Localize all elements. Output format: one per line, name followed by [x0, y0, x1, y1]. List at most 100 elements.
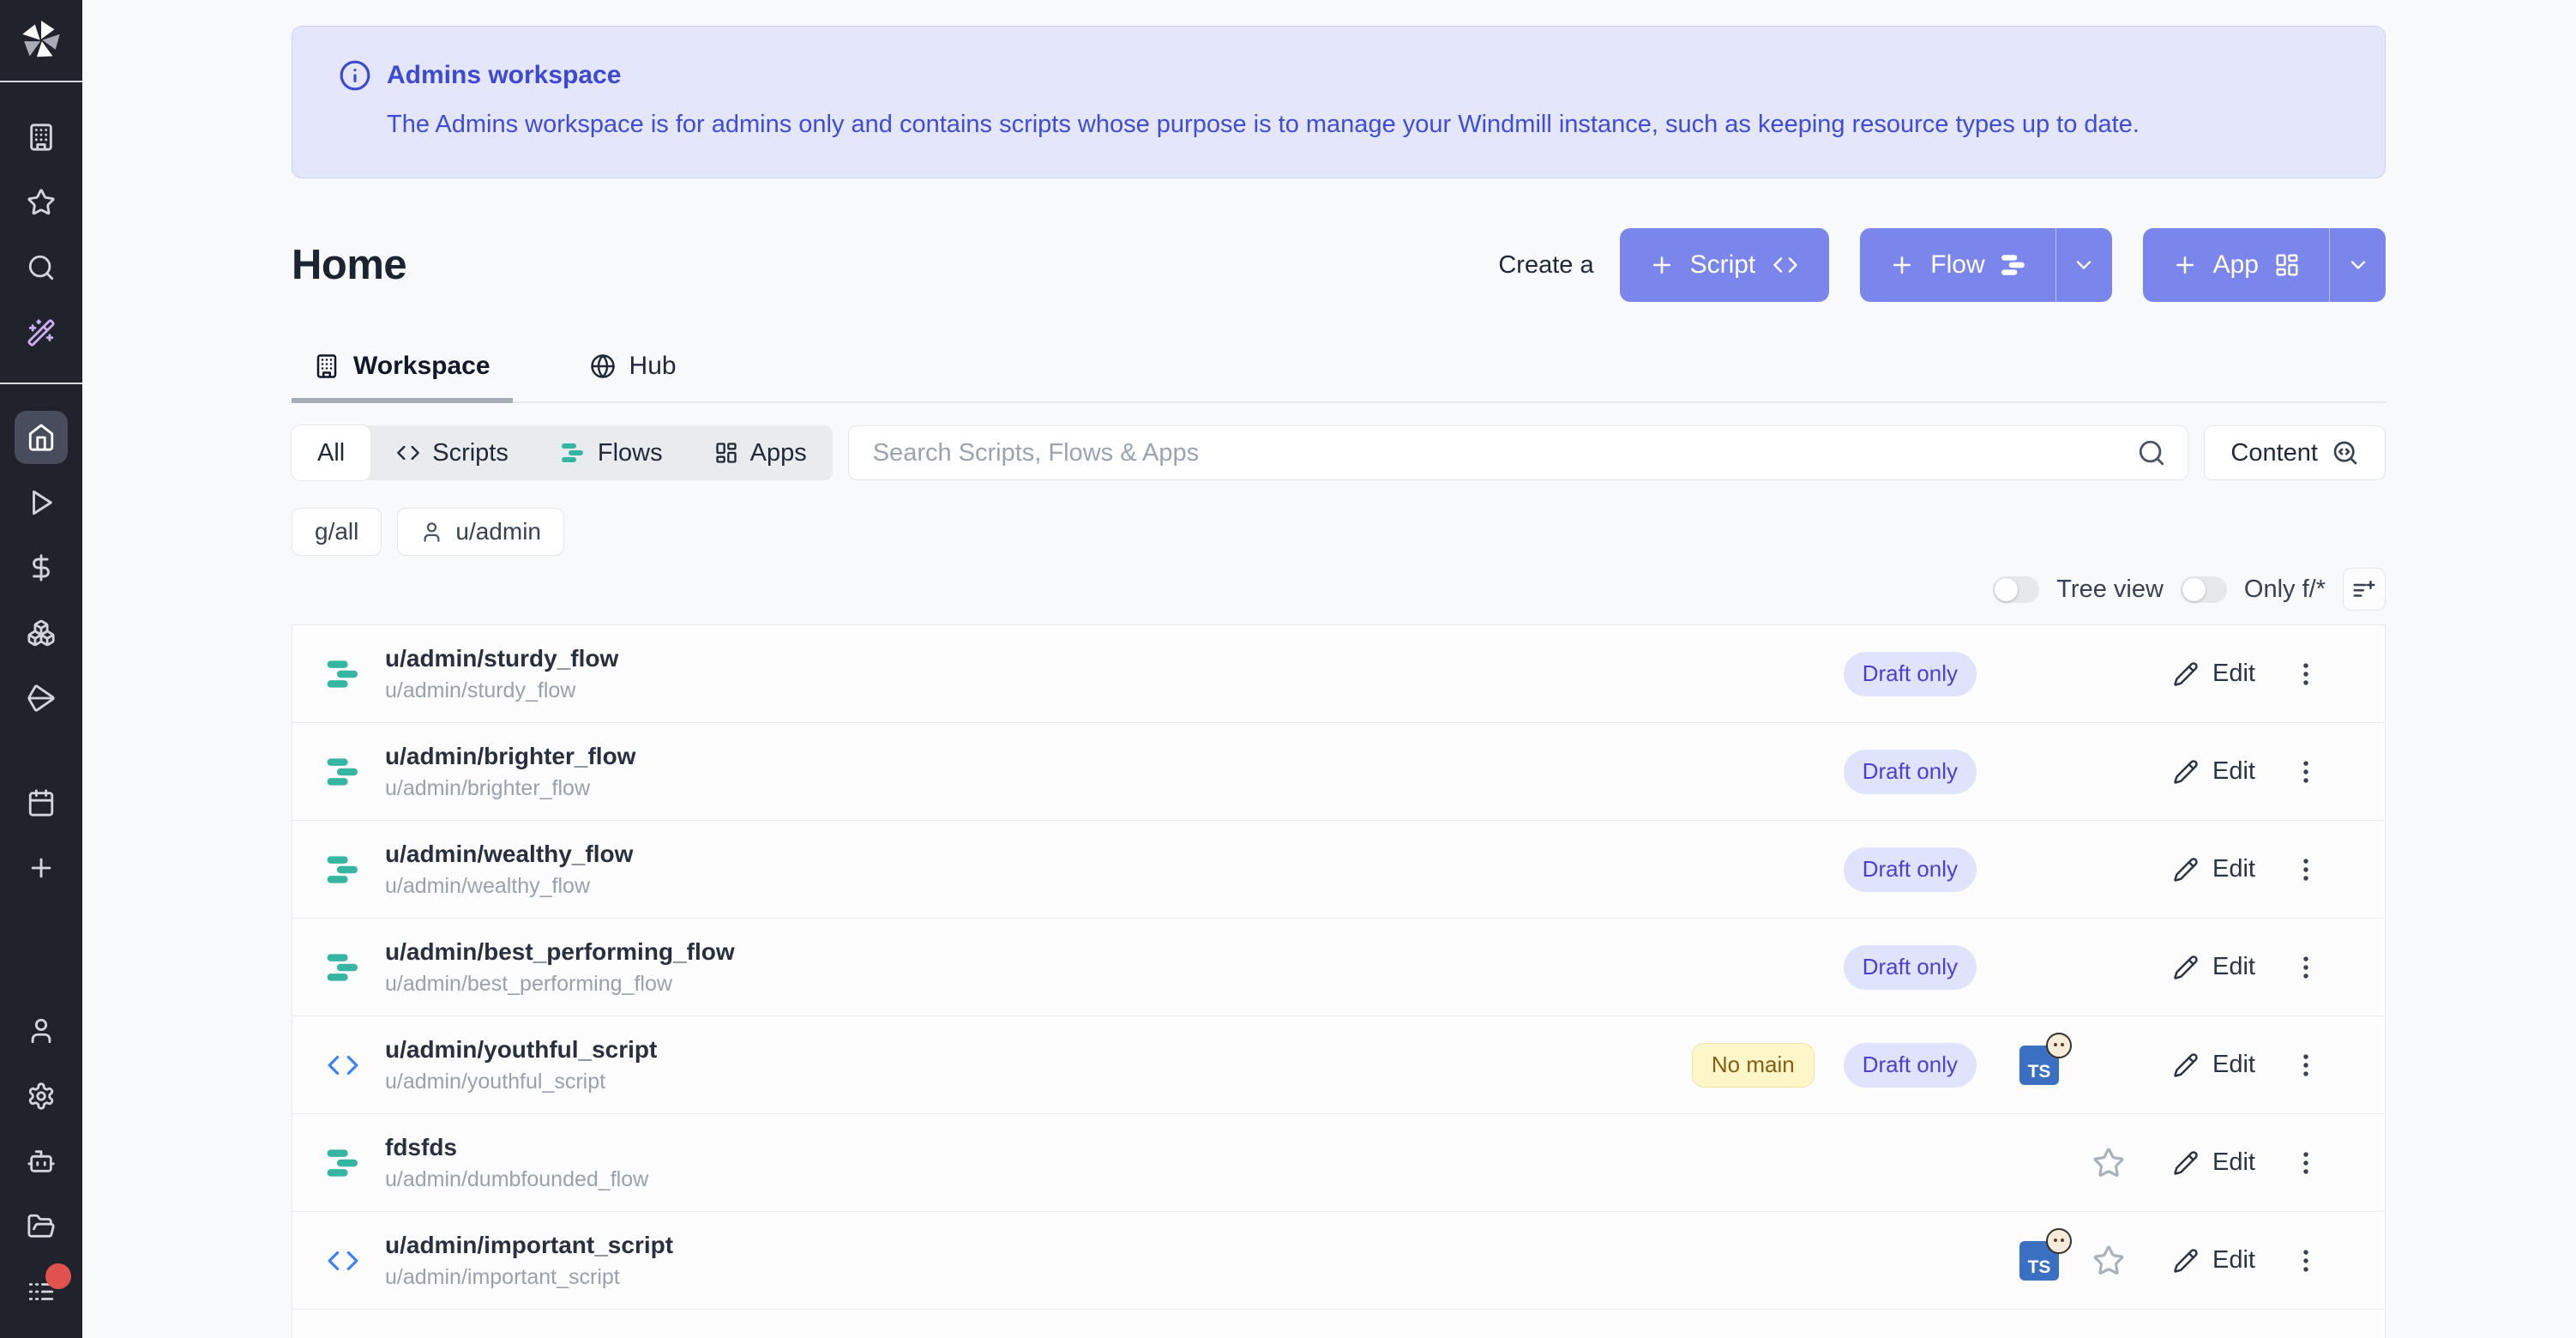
view-options: Tree view Only f/* — [292, 564, 2386, 614]
pencil-icon — [2173, 1052, 2199, 1078]
row-menu-button[interactable] — [2278, 1246, 2333, 1275]
sidebar-item-user[interactable] — [0, 998, 82, 1064]
windmill-logo[interactable] — [0, 0, 82, 82]
segment-all[interactable]: All — [292, 425, 370, 480]
star-icon — [27, 188, 56, 217]
chip-g-all[interactable]: g/all — [292, 508, 382, 556]
search-icon[interactable] — [2137, 438, 2166, 467]
folder-icon — [27, 1212, 56, 1241]
plus-icon — [1649, 252, 1675, 278]
table-row[interactable]: u/admin/generous_flow Edit — [292, 1310, 2385, 1338]
create-flow-dropdown[interactable] — [2055, 228, 2112, 302]
sidebar-item-runs[interactable] — [0, 470, 82, 535]
admin-banner: Admins workspace The Admins workspace is… — [292, 26, 2386, 178]
filter-plus-icon — [2351, 576, 2377, 602]
code-icon — [1771, 252, 1800, 278]
sidebar-item-resources[interactable] — [0, 600, 82, 666]
create-flow-button[interactable]: Flow — [1860, 228, 2055, 302]
edit-button[interactable]: Edit — [2150, 855, 2278, 883]
sidebar-item-ai[interactable] — [0, 300, 82, 365]
table-row[interactable]: u/admin/brighter_flow u/admin/brighter_f… — [292, 723, 2385, 821]
sidebar-item-favorites[interactable] — [0, 170, 82, 235]
sidebar — [0, 0, 82, 1338]
edit-button[interactable]: Edit — [2150, 660, 2278, 688]
create-script-button[interactable]: Script — [1620, 228, 1830, 302]
item-title: u/admin/sturdy_flow — [385, 645, 618, 672]
row-menu-button[interactable] — [2278, 757, 2333, 787]
favorite-star-icon[interactable] — [2092, 1147, 2125, 1179]
sidebar-item-add[interactable] — [0, 835, 82, 901]
badge-group: Draft only — [1844, 847, 1977, 892]
draft-only-badge: Draft only — [1844, 847, 1977, 892]
pencil-icon — [2173, 661, 2199, 687]
content-search-button[interactable]: Content — [2204, 425, 2386, 480]
sidebar-item-home[interactable] — [0, 405, 82, 470]
sidebar-item-logs[interactable] — [0, 1259, 82, 1324]
plus-icon — [1889, 252, 1915, 278]
create-app-dropdown[interactable] — [2329, 228, 2386, 302]
kebab-menu-icon — [2291, 855, 2320, 884]
create-app-button[interactable]: App — [2143, 228, 2329, 302]
sidebar-top-group — [0, 82, 82, 384]
tree-view-toggle[interactable] — [1993, 576, 2039, 603]
search-icon — [27, 253, 56, 282]
tab-workspace[interactable]: Workspace — [292, 347, 513, 401]
edit-button[interactable]: Edit — [2150, 1246, 2278, 1275]
edit-button[interactable]: Edit — [2150, 1051, 2278, 1079]
sidebar-item-search[interactable] — [0, 235, 82, 300]
page-title: Home — [292, 241, 406, 289]
row-menu-button[interactable] — [2278, 953, 2333, 982]
sidebar-item-schedules[interactable] — [0, 770, 82, 835]
table-row[interactable]: u/admin/important_script u/admin/importa… — [292, 1212, 2385, 1310]
segment-flows[interactable]: Flows — [534, 425, 689, 480]
edit-button[interactable]: Edit — [2150, 953, 2278, 981]
row-menu-button[interactable] — [2278, 1051, 2333, 1080]
banner-title: Admins workspace — [387, 61, 621, 90]
flow-icon-slot — [323, 757, 363, 787]
main-content: Admins workspace The Admins workspace is… — [82, 26, 2576, 1338]
flow-icon-slot — [323, 660, 363, 689]
table-row[interactable]: u/admin/best_performing_flow u/admin/bes… — [292, 919, 2385, 1016]
segment-scripts[interactable]: Scripts — [370, 425, 534, 480]
tab-hub[interactable]: Hub — [568, 347, 699, 401]
flow-icon — [326, 1148, 360, 1178]
flow-icon — [326, 953, 360, 982]
segment-apps[interactable]: Apps — [689, 425, 833, 480]
row-actions: Draft only Edit — [1844, 652, 2333, 696]
row-main: u/admin/brighter_flow u/admin/brighter_f… — [292, 743, 1844, 801]
language-slot: TS — [2011, 1046, 2067, 1085]
sidebar-item-workspace[interactable] — [0, 105, 82, 170]
row-actions: TS Edit — [1977, 1241, 2333, 1281]
row-menu-button[interactable] — [2278, 660, 2333, 689]
table-row[interactable]: fdsfds u/admin/dumbfounded_flow Edit — [292, 1114, 2385, 1212]
sidebar-item-variables[interactable] — [0, 535, 82, 600]
item-title: u/admin/youthful_script — [385, 1036, 657, 1064]
favorite-star-icon[interactable] — [2092, 1245, 2125, 1277]
edit-button[interactable]: Edit — [2150, 757, 2278, 786]
item-path: u/admin/brighter_flow — [385, 776, 635, 801]
pencil-icon — [2173, 857, 2199, 883]
sidebar-item-settings[interactable] — [0, 1064, 82, 1129]
row-actions: No mainDraft only TS Edit — [1692, 1043, 2333, 1088]
table-row[interactable]: u/admin/wealthy_flow u/admin/wealthy_flo… — [292, 821, 2385, 919]
table-row[interactable]: u/admin/youthful_script u/admin/youthful… — [292, 1016, 2385, 1114]
user-icon — [27, 1016, 56, 1046]
search-input[interactable] — [848, 425, 2189, 480]
draft-only-badge: Draft only — [1844, 652, 1977, 696]
sidebar-item-triggers[interactable] — [0, 666, 82, 731]
extra-filter-button[interactable] — [2343, 568, 2386, 611]
no-main-badge: No main — [1692, 1043, 1815, 1088]
row-menu-button[interactable] — [2278, 1148, 2333, 1178]
sidebar-item-workers[interactable] — [0, 1129, 82, 1194]
flow-icon — [560, 443, 586, 463]
create-app-button-group: App — [2143, 228, 2386, 302]
table-row[interactable]: u/admin/sturdy_flow u/admin/sturdy_flow … — [292, 625, 2385, 723]
item-path: u/admin/dumbfounded_flow — [385, 1167, 648, 1192]
chevron-down-icon — [2346, 253, 2370, 277]
edit-button[interactable]: Edit — [2150, 1148, 2278, 1177]
row-menu-button[interactable] — [2278, 855, 2333, 884]
chip-u-admin[interactable]: u/admin — [397, 508, 564, 556]
sidebar-item-folders[interactable] — [0, 1194, 82, 1259]
home-icon — [27, 423, 56, 452]
only-f-toggle[interactable] — [2181, 576, 2227, 603]
